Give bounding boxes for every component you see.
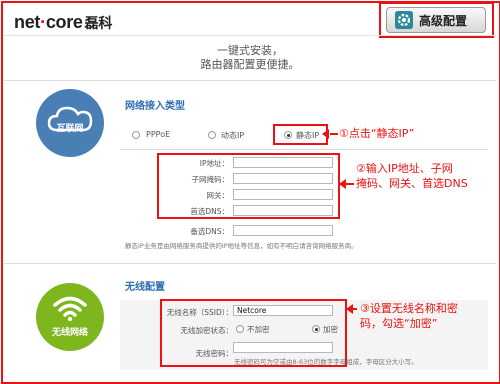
annotation-3-line-2: 码，勾选“加密” <box>360 317 438 330</box>
wireless-password-note: 无线密码可为空或由8-63位的数字字母组成，字母区分大小写。 <box>234 358 418 366</box>
gateway-input[interactable] <box>233 189 333 200</box>
radio-dynamic-ip-label: 动态IP <box>221 131 245 140</box>
ip-address-label: IP地址： <box>199 159 229 168</box>
radio-dynamic-ip[interactable] <box>208 131 216 139</box>
annotation-2-line-1: ②输入IP地址、子网 <box>356 162 453 175</box>
network-type-title: 网络接入类型 <box>125 101 185 112</box>
primary-dns-input[interactable] <box>233 205 333 216</box>
ssid-input[interactable]: Netcore <box>233 305 333 316</box>
wireless-password-label: 无线密码： <box>195 349 234 358</box>
radio-no-encryption[interactable] <box>236 325 244 333</box>
internet-icon-label: 互联网 <box>56 124 84 134</box>
radio-static-ip[interactable] <box>284 131 292 139</box>
static-ip-note: 静态IP业务是由网络服务商提供的IP地址等信息，如有不明白请咨询网络服务商。 <box>125 242 358 250</box>
slogan-line-2: 路由器配置更便捷。 <box>200 58 300 71</box>
ip-address-input[interactable] <box>233 157 333 168</box>
gateway-label: 网关： <box>206 191 230 200</box>
arrow-2-head <box>339 179 346 189</box>
arrow-3-head <box>346 304 353 314</box>
annotation-3-line-1: ③设置无线名称和密 <box>360 302 458 315</box>
wifi-icon: 无线网络 <box>36 283 104 351</box>
ssid-label: 无线名称（SSID）： <box>166 308 233 317</box>
radio-pppoe-label: PPPoE <box>146 130 171 139</box>
secondary-dns-input[interactable] <box>233 225 333 236</box>
advanced-highlight-frame <box>379 2 494 38</box>
subnet-mask-label: 子网掩码： <box>191 175 230 184</box>
radio-static-ip-label: 静态IP <box>296 131 320 140</box>
wireless-config-title: 无线配置 <box>125 282 165 293</box>
arrow-1-head <box>322 129 329 139</box>
wireless-icon-label: 无线网络 <box>51 328 88 338</box>
radio-pppoe[interactable] <box>132 131 140 139</box>
encryption-status-label: 无线加密状态： <box>180 326 234 335</box>
wireless-password-input[interactable] <box>233 342 333 353</box>
radio-encryption-label: 加密 <box>323 325 338 334</box>
radio-encryption[interactable] <box>312 325 320 333</box>
arrow-1-shaft <box>330 133 338 135</box>
section-divider-2 <box>4 263 496 264</box>
secondary-dns-label: 备选DNS： <box>190 227 229 236</box>
radio-no-encryption-label: 不加密 <box>247 325 270 334</box>
primary-dns-label: 首选DNS： <box>190 207 229 216</box>
netcore-logo: net·core 磊科 <box>14 12 113 32</box>
header-divider <box>4 35 496 36</box>
cloud-icon: 互联网 <box>36 89 104 157</box>
network-form-divider <box>120 149 488 150</box>
subnet-mask-input[interactable] <box>233 173 333 184</box>
annotation-1: ①点击“静态IP” <box>339 127 415 140</box>
section-divider <box>4 80 496 81</box>
annotation-2-line-2: 掩码、网关、首选DNS <box>356 177 468 190</box>
